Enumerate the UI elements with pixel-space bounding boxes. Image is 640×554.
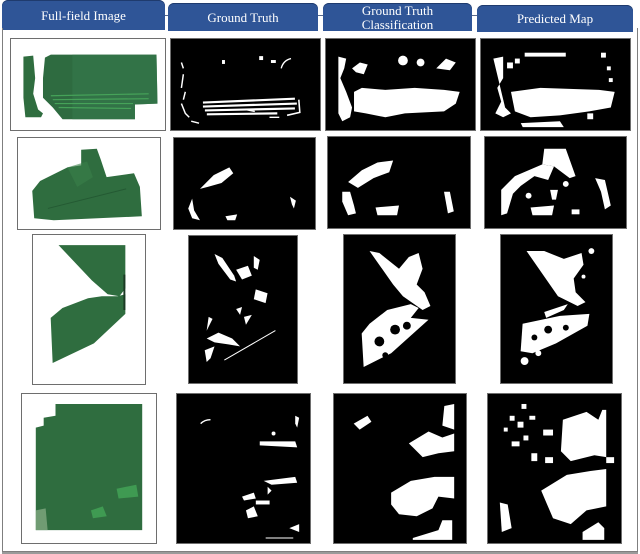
column-header-label: Full-field Image (41, 7, 126, 23)
column-header-ground-truth: Ground Truth (168, 3, 318, 31)
ground-truth-1 (170, 38, 321, 131)
full-field-image-3 (32, 234, 146, 385)
ground-truth-classification-1 (325, 38, 476, 131)
ground-truth-4 (176, 393, 311, 544)
ground-truth-classification-3 (343, 234, 456, 384)
predicted-map-1 (480, 38, 631, 131)
field-edge (123, 274, 126, 310)
field-pale-corner (35, 508, 48, 531)
predicted-map-mask-4 (499, 403, 615, 540)
predicted-map-mask-2 (501, 148, 611, 216)
ground-truth-classification-mask-3 (361, 251, 431, 367)
ground-truth-mask-1 (180, 56, 301, 124)
field-3-photo (50, 245, 126, 364)
predicted-map-2 (484, 136, 627, 229)
field-4-photo (35, 403, 143, 531)
column-header-full-field-image: Full-field Image (2, 0, 165, 30)
full-field-image-2 (17, 137, 161, 230)
field-shade (72, 54, 158, 120)
ground-truth-classification-mask-4 (353, 403, 455, 540)
field-2-photo (32, 148, 142, 221)
full-field-image-1 (10, 38, 166, 131)
field-main (35, 403, 143, 531)
column-header-ground-truth-classification: Ground Truth Classification (323, 3, 472, 31)
predicted-map-4 (487, 393, 622, 544)
field-upper (58, 245, 126, 297)
ground-truth-classification-mask-1 (338, 55, 460, 122)
field-main (32, 148, 142, 221)
ground-truth-classification-mask-2 (342, 160, 454, 216)
field-strip (23, 55, 43, 118)
column-header-label: Ground Truth (207, 9, 279, 25)
column-header-label: Predicted Map (516, 11, 594, 26)
ground-truth-mask-2 (188, 167, 296, 221)
ground-truth-3 (188, 235, 298, 384)
field-lower (50, 294, 126, 364)
predicted-map-mask-1 (493, 52, 615, 128)
predicted-map-3 (500, 234, 613, 384)
ground-truth-mask-4 (200, 415, 300, 539)
ground-truth-2 (173, 137, 316, 230)
predicted-map-mask-3 (520, 248, 595, 365)
full-field-image-4 (21, 393, 157, 544)
ground-truth-classification-4 (333, 393, 467, 544)
ground-truth-mask-3 (204, 254, 276, 363)
column-header-label-line1: Ground Truth (361, 2, 434, 18)
ground-truth-classification-2 (327, 136, 471, 229)
field-1-photo (23, 54, 158, 120)
